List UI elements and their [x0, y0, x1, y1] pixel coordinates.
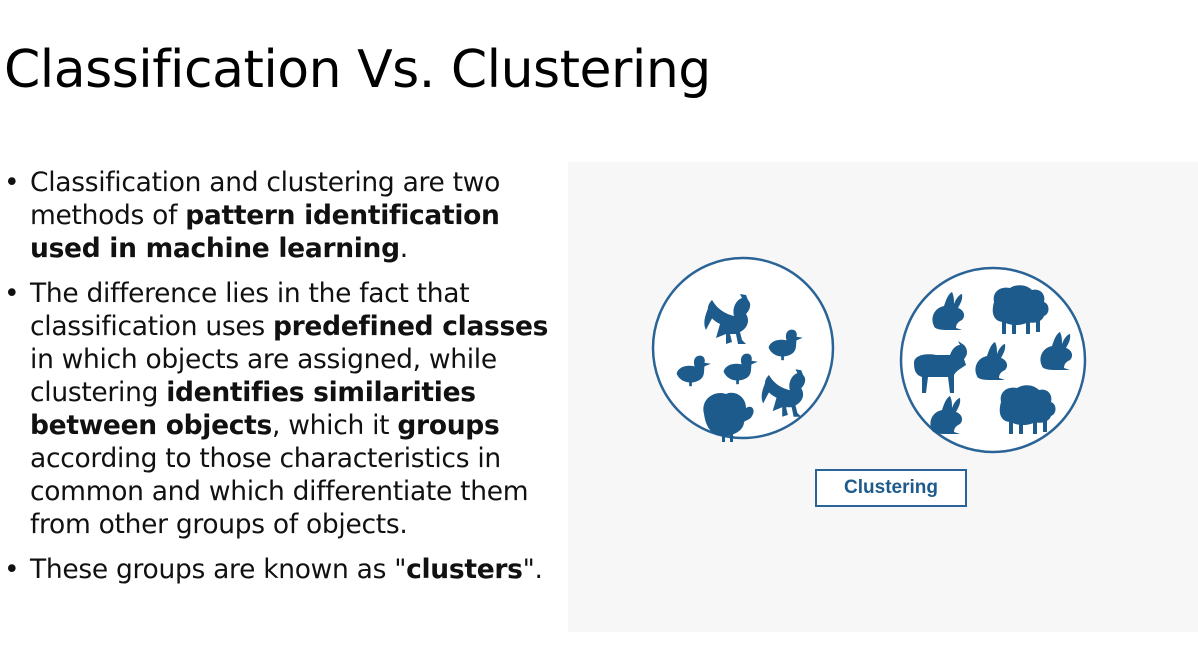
- bullet-item: • The difference lies in the fact that c…: [4, 278, 549, 540]
- bullet-list: • Classification and clustering are two …: [4, 166, 564, 598]
- bullet-item: • Classification and clustering are two …: [4, 167, 501, 264]
- bullet-dot-icon: •: [4, 554, 20, 585]
- clustering-illustration: [651, 256, 1087, 454]
- slide-title: Classification Vs. Clustering: [4, 40, 711, 100]
- clustering-label: Clustering: [815, 469, 967, 507]
- bullet-item: • These groups are known as "clusters".: [4, 554, 543, 585]
- slide: Classification Vs. Clustering • Classifi…: [0, 0, 1198, 656]
- bullet-dot-icon: •: [4, 167, 20, 198]
- bullet-dot-icon: •: [4, 278, 20, 309]
- clustering-figure: Clustering: [568, 162, 1198, 632]
